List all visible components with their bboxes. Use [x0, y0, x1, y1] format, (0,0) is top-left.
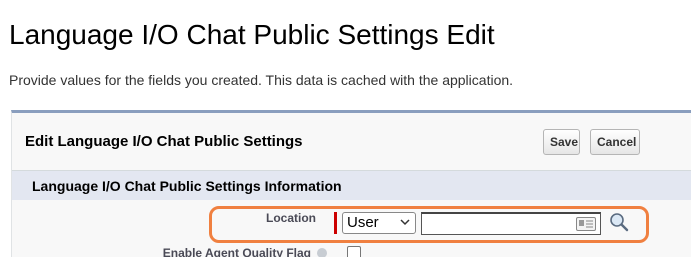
chevron-down-icon [400, 219, 410, 226]
help-icon[interactable] [317, 248, 327, 257]
owner-type-select[interactable]: User [342, 212, 416, 234]
magnifier-icon[interactable] [609, 212, 629, 232]
agent-quality-checkbox[interactable] [347, 246, 361, 257]
section-header: Language I/O Chat Public Settings Inform… [12, 170, 691, 200]
panel-header: Edit Language I/O Chat Public Settings S… [12, 113, 691, 169]
save-button[interactable]: Save [543, 129, 580, 155]
cancel-button[interactable]: Cancel [590, 129, 640, 155]
section-title: Language I/O Chat Public Settings Inform… [32, 178, 342, 194]
agent-quality-label: Enable Agent Quality Flag [162, 246, 311, 257]
form-area: Location User Enable Agent Quality Flag [12, 201, 691, 257]
required-indicator [334, 212, 337, 234]
location-label: Location [266, 211, 316, 225]
card-icon [576, 217, 596, 231]
owner-type-value: User [347, 214, 379, 231]
location-lookup-input[interactable] [421, 212, 601, 235]
panel-title: Edit Language I/O Chat Public Settings [25, 133, 303, 150]
page-description: Provide values for the fields you create… [9, 72, 514, 88]
edit-panel: Edit Language I/O Chat Public Settings S… [11, 110, 691, 257]
page-title: Language I/O Chat Public Settings Edit [9, 19, 495, 50]
